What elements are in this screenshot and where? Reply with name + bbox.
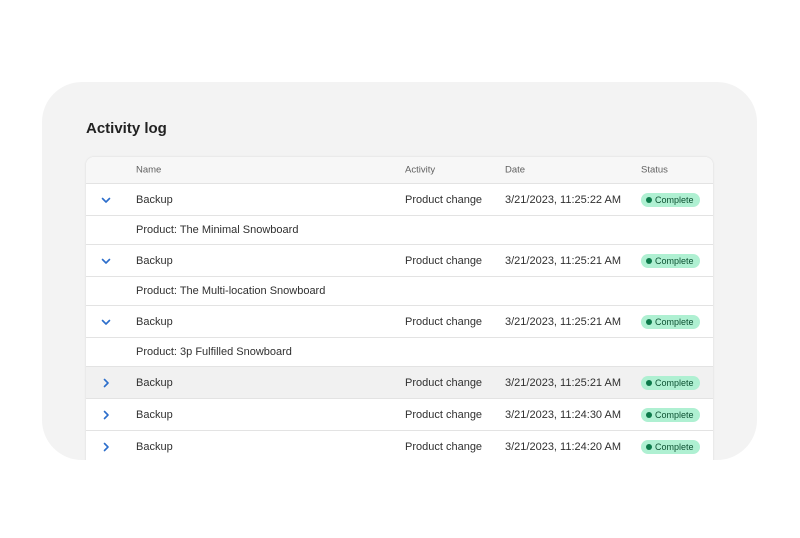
- table-header: Name Activity Date Status: [86, 157, 713, 183]
- activity-log-card: Activity log Name Activity Date Status B…: [42, 82, 757, 460]
- row-name: Backup: [136, 254, 173, 267]
- row-date: 3/21/2023, 11:24:20 AM: [505, 440, 621, 453]
- row-detail-text: Product: The Multi-location Snowboard: [136, 285, 326, 297]
- row-name: Backup: [136, 408, 173, 421]
- column-header-activity[interactable]: Activity: [405, 165, 435, 176]
- status-dot-icon: [646, 379, 652, 386]
- status-label: Complete: [655, 441, 694, 452]
- status-badge: Complete: [641, 253, 700, 268]
- table-row[interactable]: Backup Product change 3/21/2023, 11:25:21 …: [86, 366, 713, 398]
- chevron-right-icon[interactable]: [100, 441, 112, 453]
- row-activity: Product change: [405, 315, 483, 328]
- row-date: 3/21/2023, 11:25:22 AM: [505, 193, 621, 206]
- status-dot-icon: [646, 196, 652, 203]
- row-detail: Product: The Minimal Snowboard: [86, 215, 713, 244]
- row-activity: Product change: [405, 376, 483, 389]
- chevron-right-icon[interactable]: [100, 377, 112, 389]
- row-activity: Product change: [405, 193, 483, 206]
- row-activity: Product change: [405, 254, 483, 267]
- page-title: Activity log: [86, 120, 167, 137]
- row-detail-text: Product: The Minimal Snowboard: [136, 224, 299, 236]
- column-header-name[interactable]: Name: [136, 165, 161, 176]
- status-label: Complete: [655, 194, 694, 205]
- row-activity: Product change: [405, 408, 483, 421]
- row-detail: Product: The Multi-location Snowboard: [86, 276, 713, 305]
- table-row[interactable]: Backup Product change 3/21/2023, 11:25:22 …: [86, 183, 713, 215]
- status-badge: Complete: [641, 439, 700, 454]
- table-row[interactable]: Backup Product change 3/21/2023, 11:24:20 …: [86, 430, 713, 460]
- row-activity: Product change: [405, 440, 483, 453]
- status-badge: Complete: [641, 314, 700, 329]
- status-badge: Complete: [641, 375, 700, 390]
- chevron-down-icon[interactable]: [100, 316, 112, 328]
- status-dot-icon: [646, 257, 652, 264]
- status-dot-icon: [646, 318, 652, 325]
- column-header-date[interactable]: Date: [505, 165, 525, 176]
- row-name: Backup: [136, 440, 173, 453]
- row-date: 3/21/2023, 11:24:30 AM: [505, 408, 621, 421]
- status-badge: Complete: [641, 407, 700, 422]
- row-name: Backup: [136, 315, 173, 328]
- chevron-down-icon[interactable]: [100, 255, 112, 267]
- chevron-down-icon[interactable]: [100, 194, 112, 206]
- status-dot-icon: [646, 411, 652, 418]
- row-name: Backup: [136, 193, 173, 206]
- table-row[interactable]: Backup Product change 3/21/2023, 11:25:21 …: [86, 305, 713, 337]
- row-date: 3/21/2023, 11:25:21 AM: [505, 315, 621, 328]
- status-label: Complete: [655, 316, 694, 327]
- chevron-right-icon[interactable]: [100, 409, 112, 421]
- row-name: Backup: [136, 376, 173, 389]
- status-label: Complete: [655, 377, 694, 388]
- status-badge: Complete: [641, 192, 700, 207]
- row-date: 3/21/2023, 11:25:21 AM: [505, 254, 621, 267]
- status-label: Complete: [655, 409, 694, 420]
- status-label: Complete: [655, 255, 694, 266]
- table-row[interactable]: Backup Product change 3/21/2023, 11:25:21 …: [86, 244, 713, 276]
- status-dot-icon: [646, 443, 652, 450]
- row-date: 3/21/2023, 11:25:21 AM: [505, 376, 621, 389]
- row-detail-text: Product: 3p Fulfilled Snowboard: [136, 346, 292, 358]
- column-header-status[interactable]: Status: [641, 165, 668, 176]
- table-row[interactable]: Backup Product change 3/21/2023, 11:24:30 …: [86, 398, 713, 430]
- row-detail: Product: 3p Fulfilled Snowboard: [86, 337, 713, 366]
- activity-table: Name Activity Date Status Backup Product …: [86, 157, 713, 460]
